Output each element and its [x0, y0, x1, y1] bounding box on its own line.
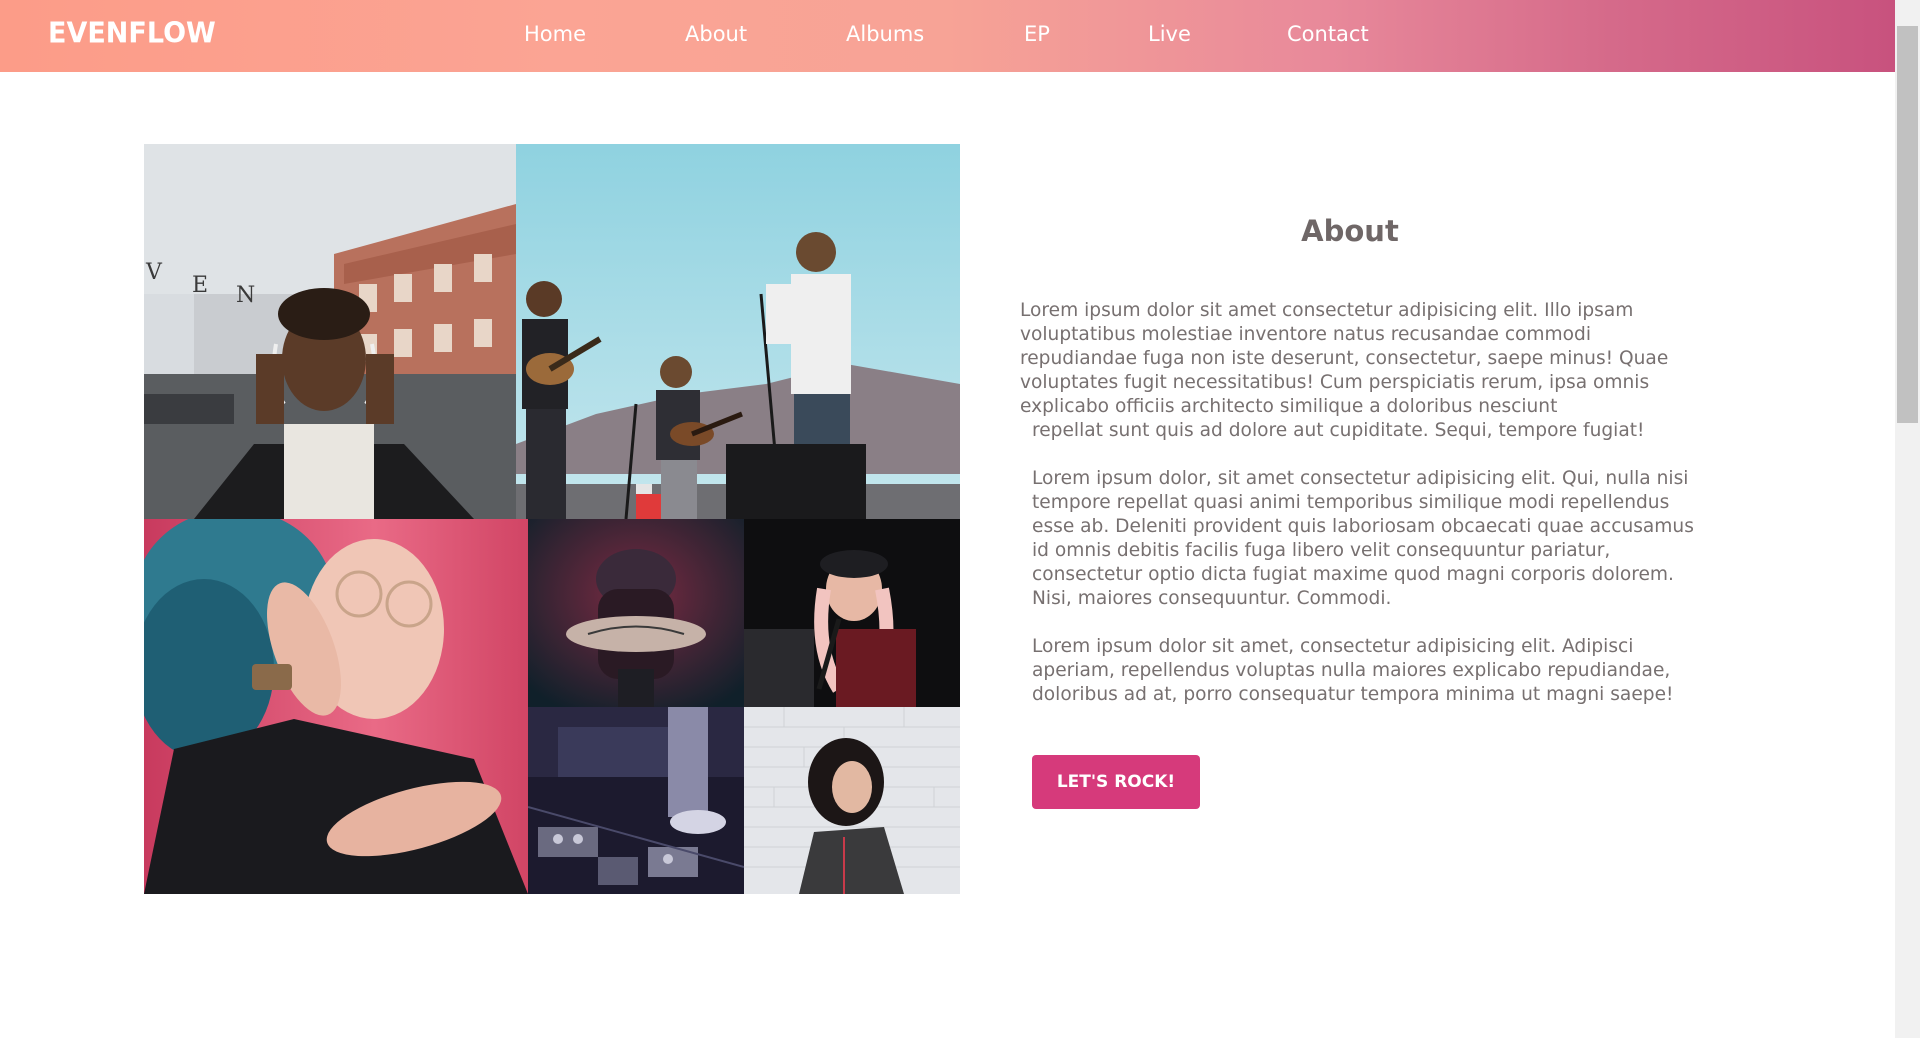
svg-text:N: N — [236, 283, 255, 308]
brand-logo[interactable]: EVENFLOW — [48, 17, 216, 50]
photo-man-headphones: V E N — [144, 144, 516, 519]
top-navbar: EVENFLOW Home About Albums EP Live Conta… — [0, 0, 1895, 72]
page-scrollbar-thumb[interactable] — [1897, 26, 1918, 423]
svg-text:V: V — [145, 260, 163, 285]
nav-contact[interactable]: Contact — [1287, 22, 1369, 46]
photo-collage: V E N ail — [144, 144, 960, 894]
about-heading: About — [1301, 214, 1399, 248]
nav-ep[interactable]: EP — [1024, 22, 1050, 46]
photo-woman-brick-wall — [744, 707, 960, 894]
about-paragraph-2: Lorem ipsum dolor, sit amet consectetur … — [1032, 468, 1694, 609]
photo-singer-cap — [744, 519, 960, 707]
about-paragraph-1: Lorem ipsum dolor sit amet consectetur a… — [1020, 300, 1669, 417]
photo-tattooed-performer — [528, 519, 744, 707]
photo-guitar-pedals — [528, 707, 744, 894]
about-paragraph-1-continued: repellat sunt quis ad dolore aut cupidit… — [1032, 420, 1645, 441]
lets-rock-button[interactable]: LET'S ROCK! — [1032, 755, 1200, 809]
photo-band-live: ail — [516, 144, 960, 519]
photo-woman-blue-hair — [144, 519, 528, 894]
nav-live[interactable]: Live — [1148, 22, 1191, 46]
svg-text:E: E — [192, 273, 208, 298]
nav-about[interactable]: About — [685, 22, 747, 46]
nav-home[interactable]: Home — [524, 22, 586, 46]
about-paragraph-3: Lorem ipsum dolor sit amet, consectetur … — [1032, 636, 1674, 705]
nav-albums[interactable]: Albums — [846, 22, 924, 46]
